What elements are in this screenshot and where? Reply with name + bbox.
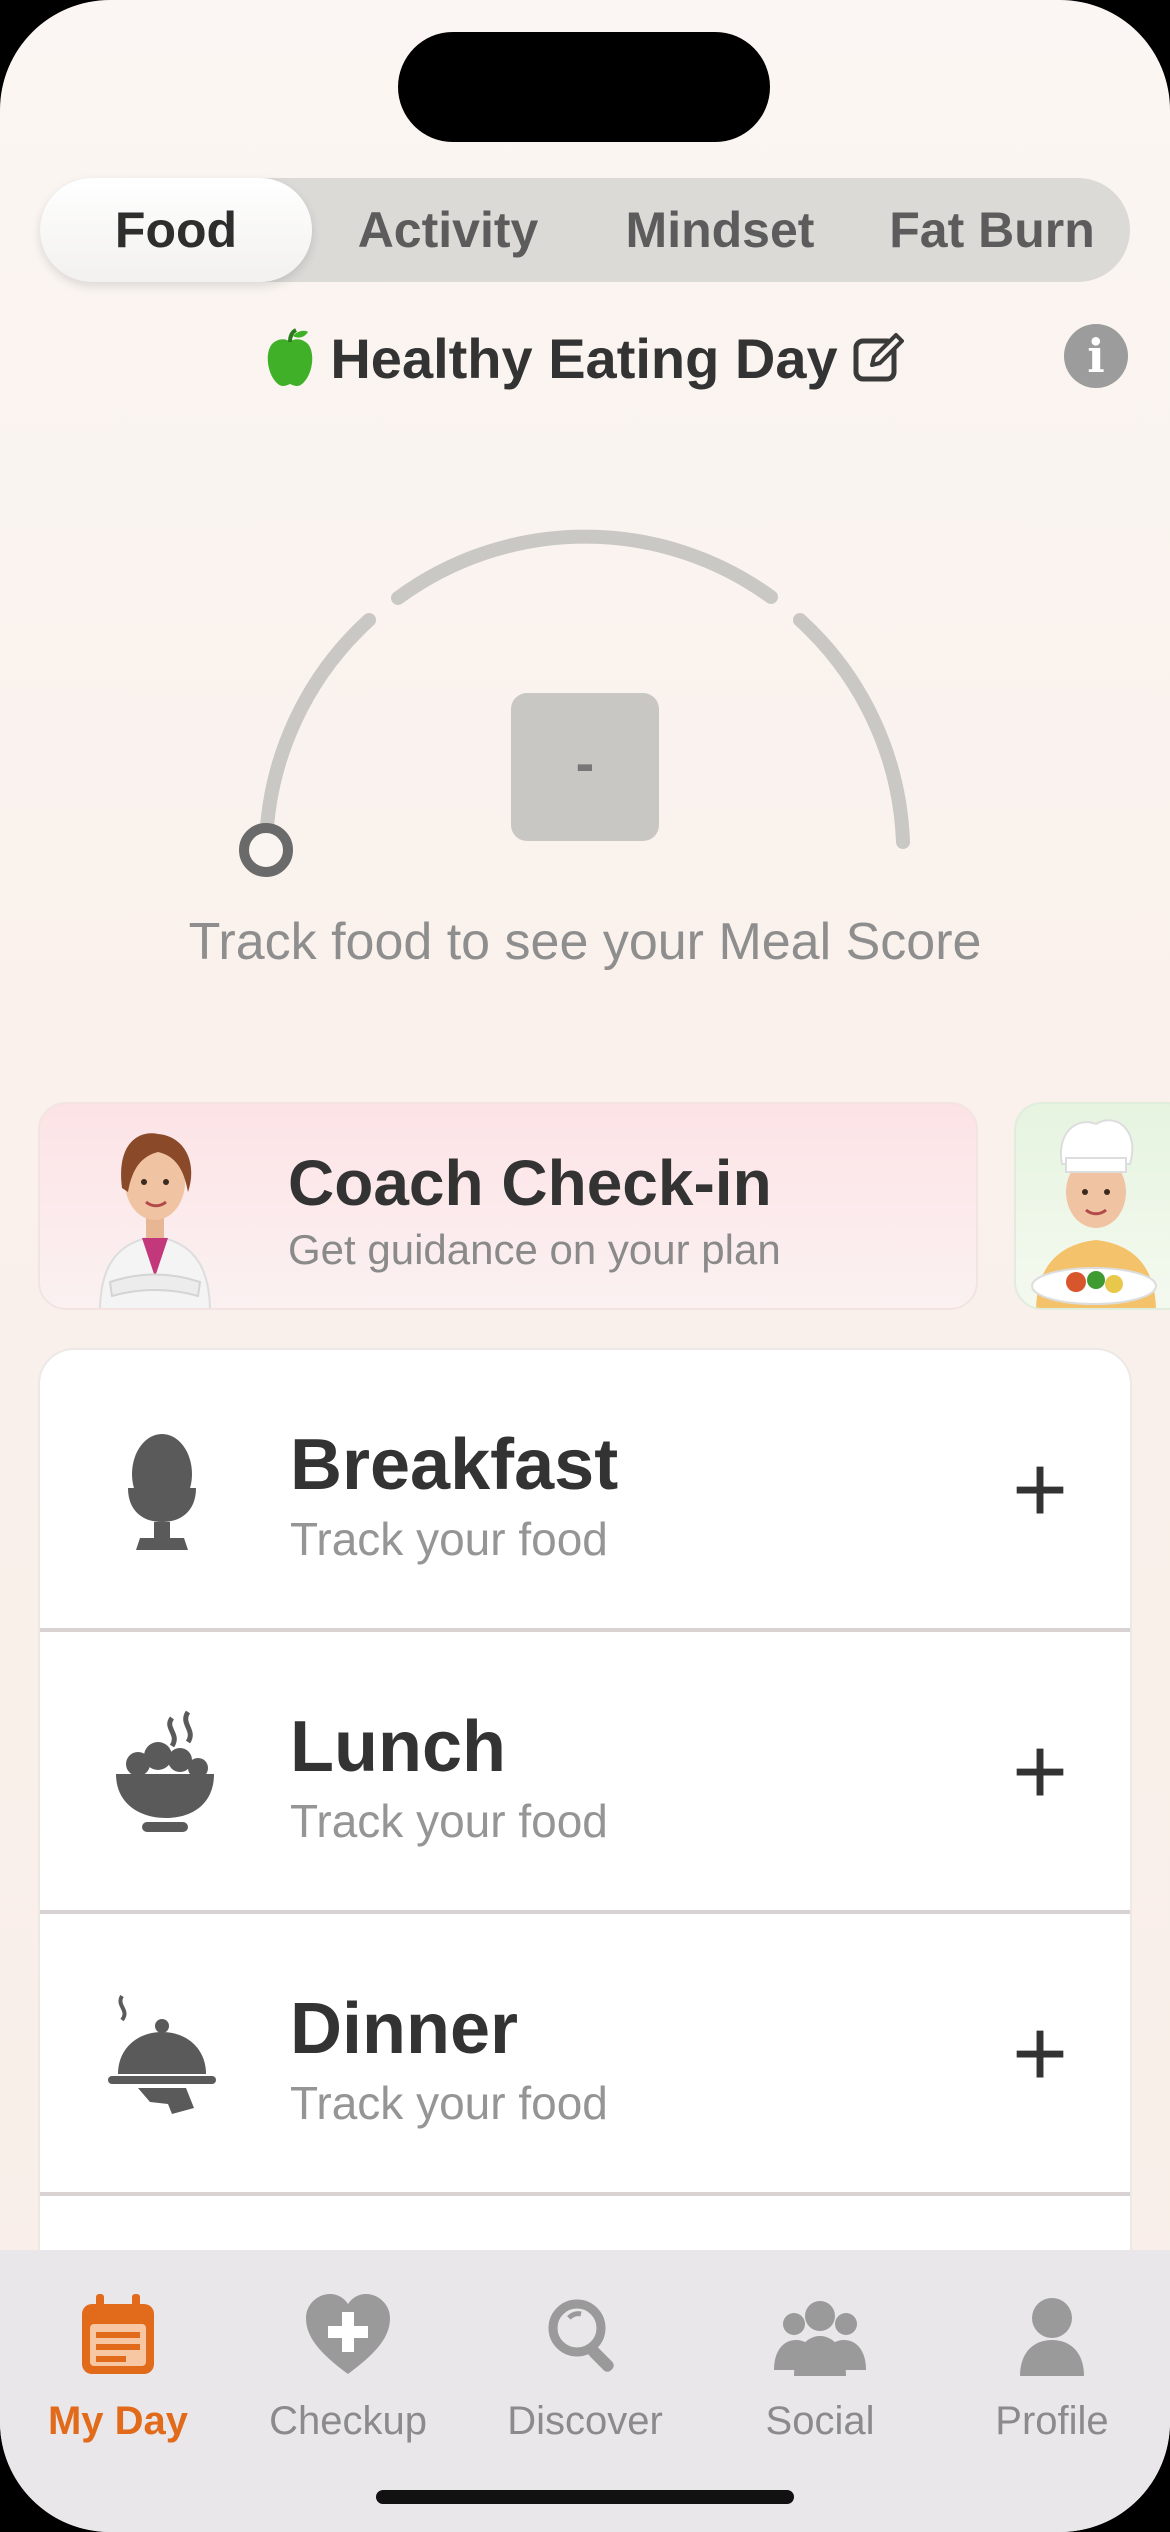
tabbar-profile[interactable]: Profile [942, 2290, 1162, 2444]
cloche-icon [108, 1994, 216, 2114]
tabbar-checkup[interactable]: Checkup [238, 2290, 458, 2444]
meal-row-lunch[interactable]: Lunch Track your food + [40, 1632, 1130, 1914]
meal-name: Breakfast [290, 1425, 619, 1505]
info-icon[interactable]: i [1064, 324, 1128, 388]
meal-subtitle: Track your food [290, 1795, 608, 1847]
group-icon [774, 2301, 866, 2376]
tabbar-social[interactable]: Social [710, 2290, 930, 2444]
meal-subtitle: Track your food [290, 2077, 608, 2129]
tabbar-label: Social [765, 2399, 875, 2443]
coach-checkin-card[interactable]: Coach Check-in Get guidance on your plan [38, 1102, 978, 1310]
meal-row-breakfast[interactable]: Breakfast Track your food + [40, 1350, 1130, 1632]
tabbar-label: Profile [995, 2399, 1109, 2443]
phone-screen: Food Activity Mindset Fat Burn Healthy E… [0, 0, 1170, 2532]
edit-icon[interactable] [852, 331, 906, 385]
tabbar-label: My Day [47, 2399, 189, 2443]
meal-name: Lunch [290, 1707, 506, 1787]
chef-card[interactable] [1014, 1102, 1170, 1310]
tab-food[interactable]: Food [40, 178, 312, 282]
add-breakfast-button[interactable]: + [1000, 1430, 1080, 1550]
day-title: Healthy Eating Day [330, 326, 838, 390]
person-icon [1020, 2298, 1084, 2376]
egg-cup-icon [128, 1434, 196, 1550]
gauge-caption: Track food to see your Meal Score [188, 913, 982, 971]
tab-fat-burn[interactable]: Fat Burn [856, 178, 1128, 282]
bowl-icon [116, 1710, 214, 1832]
gauge-indicator [239, 823, 293, 877]
calendar-icon [82, 2294, 154, 2374]
heart-plus-icon [306, 2294, 390, 2374]
coach-avatar [99, 1133, 211, 1308]
dynamic-island [398, 32, 770, 142]
tab-mindset[interactable]: Mindset [584, 178, 856, 282]
apple-icon [268, 328, 313, 387]
day-heading[interactable]: Healthy Eating Day [0, 318, 1170, 398]
tabbar-label: Checkup [269, 2399, 427, 2443]
tab-activity[interactable]: Activity [312, 178, 584, 282]
magnifier-icon [548, 2299, 614, 2372]
tabbar-label: Discover [507, 2399, 663, 2443]
chef-avatar [1031, 1119, 1157, 1308]
add-lunch-button[interactable]: + [1000, 1712, 1080, 1832]
meal-score-value: - [511, 693, 659, 841]
segmented-tabs: Food Activity Mindset Fat Burn [40, 178, 1130, 282]
home-indicator[interactable] [376, 2490, 794, 2504]
meal-name: Dinner [290, 1989, 519, 2069]
tabbar-my-day[interactable]: My Day [8, 2290, 228, 2444]
coach-card-title: Coach Check-in [288, 1147, 772, 1219]
tabbar-discover[interactable]: Discover [475, 2290, 695, 2444]
add-dinner-button[interactable]: + [1000, 1994, 1080, 2114]
meal-list: Breakfast Track your food + Lunch Track … [40, 1350, 1130, 2350]
meal-row-dinner[interactable]: Dinner Track your food + [40, 1914, 1130, 2196]
coach-card-subtitle: Get guidance on your plan [288, 1226, 781, 1273]
meal-subtitle: Track your food [290, 1513, 608, 1565]
